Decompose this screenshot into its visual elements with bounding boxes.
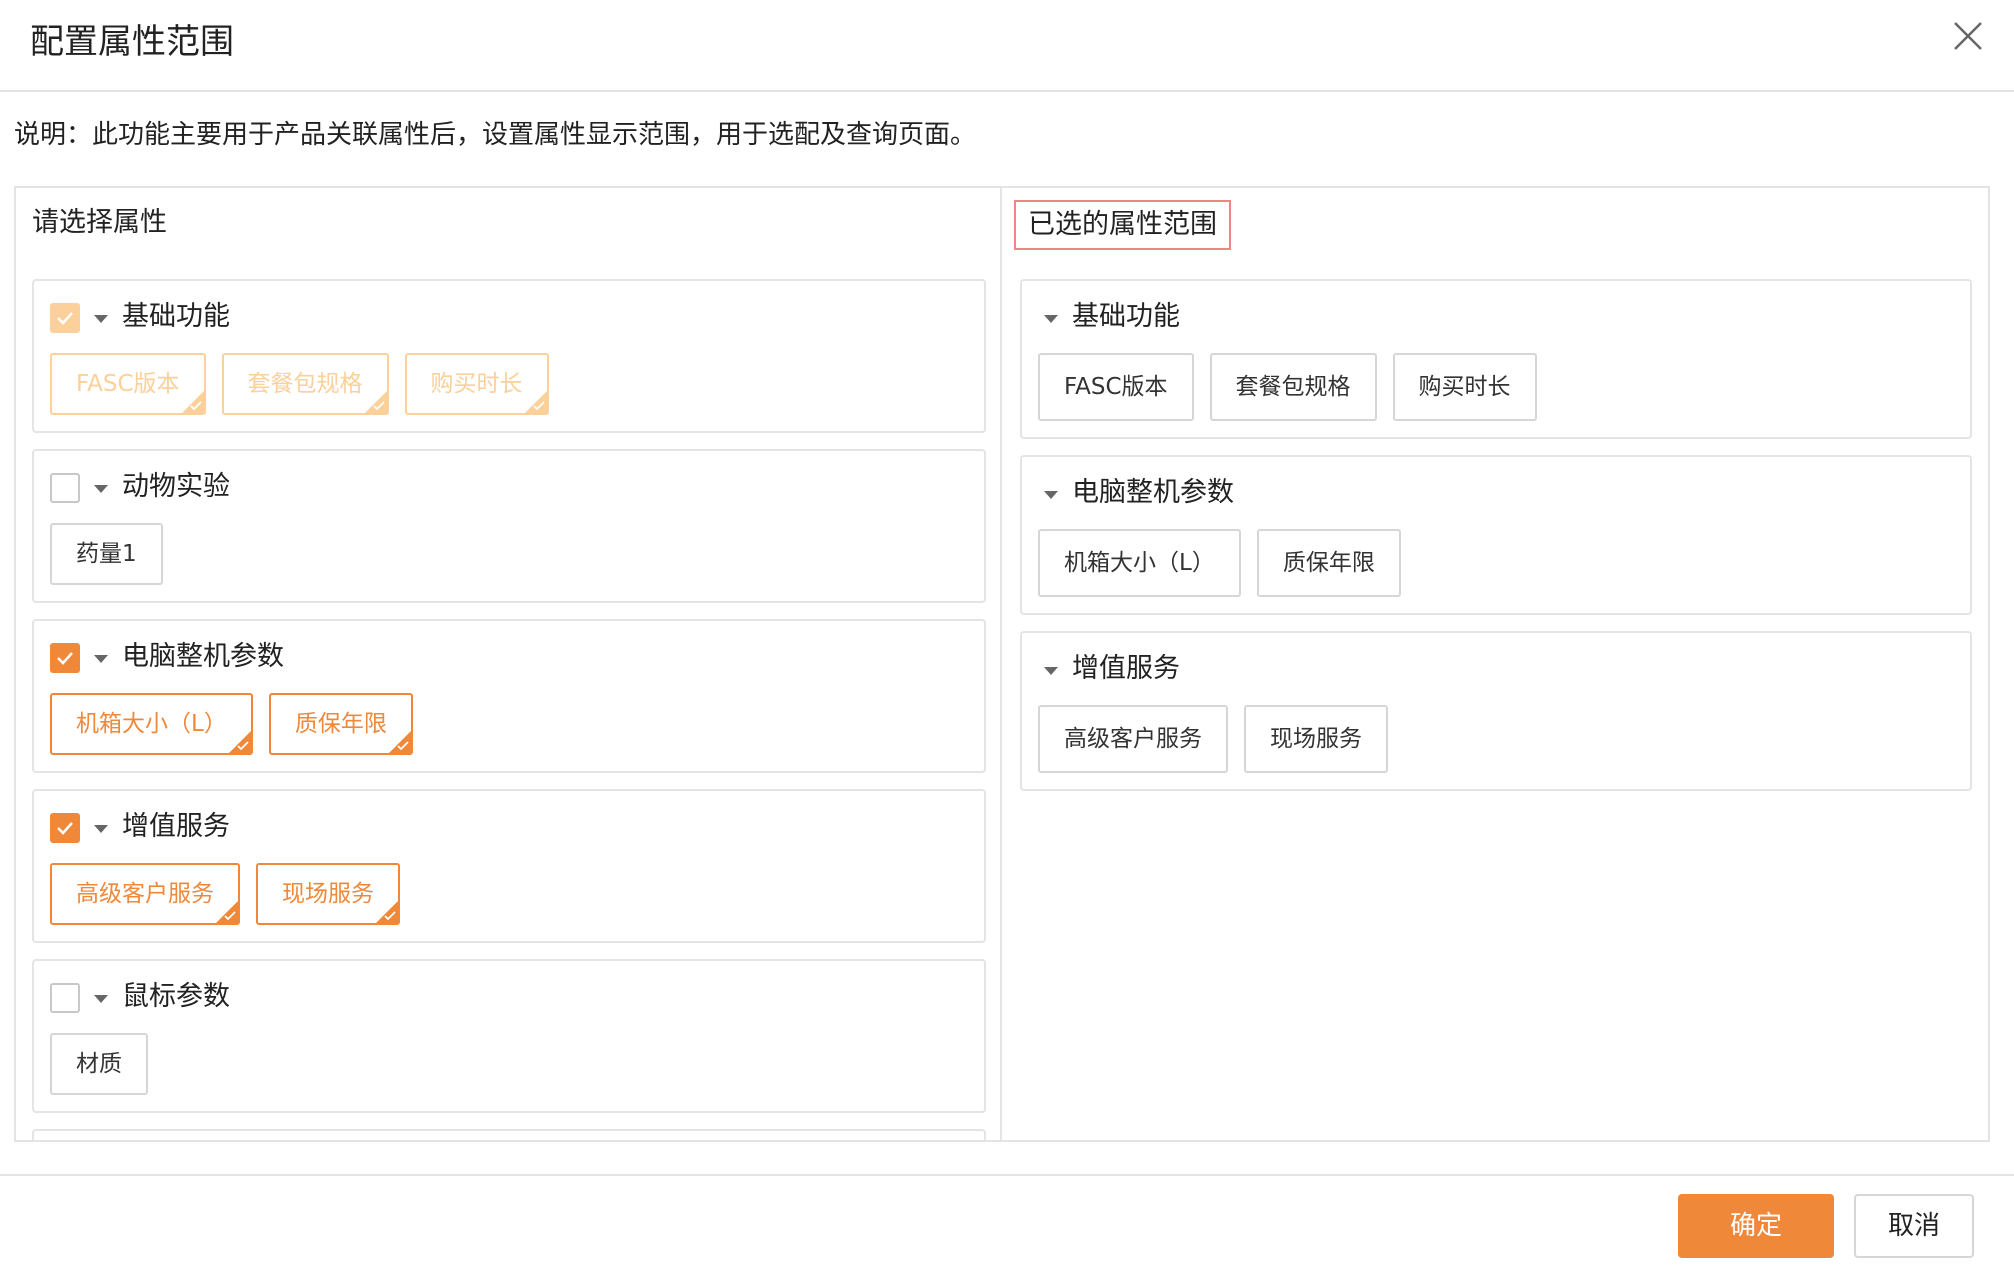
group-name: 鼠标参数 (122, 981, 230, 1012)
group-name: 动物实验 (122, 471, 230, 502)
attribute-tag[interactable]: 药量1 (50, 523, 163, 585)
right-group-basic-features: 基础功能 FASC版本 套餐包规格 购买时长 (1020, 279, 1972, 439)
group-name: 基础功能 (1072, 301, 1180, 332)
attribute-tag[interactable]: 机箱大小（L） (50, 693, 253, 755)
group-name: 电脑整机参数 (1072, 477, 1234, 508)
footer-divider (0, 1174, 2014, 1176)
right-group-value-added-services: 增值服务 高级客户服务 现场服务 (1020, 631, 1972, 791)
tag-label: 购买时长 (430, 371, 523, 397)
left-group-partial (32, 1129, 986, 1140)
attribute-tag[interactable]: FASC版本 (50, 353, 206, 415)
right-group-computer-params: 电脑整机参数 机箱大小（L） 质保年限 (1020, 455, 1972, 615)
check-icon (224, 911, 236, 921)
selected-attribute-tag[interactable]: FASC版本 (1038, 353, 1194, 421)
group-name: 基础功能 (122, 301, 230, 332)
tag-list: 材质 (50, 1033, 148, 1095)
caret-down-icon[interactable] (1044, 315, 1058, 323)
selected-attribute-tag[interactable]: 质保年限 (1256, 529, 1401, 597)
group-checkbox[interactable] (50, 813, 80, 843)
selected-attribute-tag[interactable]: 套餐包规格 (1209, 353, 1377, 421)
left-group-basic-features: 基础功能 FASC版本 套餐包规格 购买时长 (32, 279, 986, 433)
caret-down-icon[interactable] (94, 655, 108, 663)
tag-label: 机箱大小（L） (1064, 550, 1215, 576)
tag-label: 套餐包规格 (1235, 374, 1351, 400)
panel-divider (1000, 186, 1002, 1142)
tag-label: 机箱大小（L） (76, 711, 227, 737)
caret-down-icon[interactable] (94, 995, 108, 1003)
group-name: 增值服务 (122, 811, 230, 842)
tag-list: 高级客户服务 现场服务 (50, 863, 400, 925)
tag-label: 套餐包规格 (247, 371, 363, 397)
confirm-button[interactable]: 确定 (1678, 1194, 1834, 1258)
tag-list: 高级客户服务 现场服务 (1038, 705, 1388, 773)
left-group-computer-params: 电脑整机参数 机箱大小（L） 质保年限 (32, 619, 986, 773)
tag-list: 机箱大小（L） 质保年限 (50, 693, 413, 755)
tag-label: 质保年限 (294, 711, 387, 737)
tag-label: 高级客户服务 (76, 881, 214, 907)
tag-label: 材质 (76, 1051, 122, 1077)
left-panel-heading: 请选择属性 (32, 207, 167, 238)
check-icon (189, 401, 202, 411)
attribute-tag[interactable]: 现场服务 (256, 863, 400, 925)
selected-attribute-tag[interactable]: 机箱大小（L） (1038, 529, 1241, 597)
attribute-tag[interactable]: 材质 (50, 1033, 148, 1095)
tag-list: FASC版本 套餐包规格 购买时长 (1038, 353, 1537, 421)
attribute-tag[interactable]: 质保年限 (268, 693, 413, 755)
tag-label: FASC版本 (1064, 374, 1168, 400)
dialog-title: 配置属性范围 (30, 22, 234, 62)
group-checkbox[interactable] (50, 983, 80, 1013)
tag-label: 购买时长 (1418, 374, 1511, 400)
check-icon (384, 911, 396, 921)
left-group-animal-experiment: 动物实验 药量1 (32, 449, 986, 603)
tag-list: 药量1 (50, 523, 163, 585)
tag-label: 高级客户服务 (1064, 726, 1202, 752)
attribute-tag[interactable]: 高级客户服务 (50, 863, 240, 925)
group-name: 增值服务 (1072, 653, 1180, 684)
left-group-value-added-services: 增值服务 高级客户服务 现场服务 (32, 789, 986, 943)
tag-label: FASC版本 (76, 371, 180, 397)
tag-label: 现场服务 (1270, 726, 1362, 752)
check-icon (237, 741, 249, 751)
group-checkbox[interactable] (50, 643, 80, 673)
group-checkbox[interactable] (50, 303, 80, 333)
check-icon (397, 741, 409, 751)
cancel-button[interactable]: 取消 (1854, 1194, 1974, 1258)
attribute-tag[interactable]: 购买时长 (404, 353, 549, 415)
caret-down-icon[interactable] (1044, 491, 1058, 499)
selected-attribute-tag[interactable]: 购买时长 (1392, 353, 1537, 421)
group-checkbox[interactable] (50, 473, 80, 503)
caret-down-icon[interactable] (94, 315, 108, 323)
selected-attribute-tag[interactable]: 高级客户服务 (1038, 705, 1228, 773)
tag-label: 现场服务 (282, 881, 374, 907)
selected-attribute-tag[interactable]: 现场服务 (1244, 705, 1388, 773)
left-group-mouse-params: 鼠标参数 材质 (32, 959, 986, 1113)
group-name: 电脑整机参数 (122, 641, 284, 672)
config-attribute-range-dialog: 配置属性范围 说明：此功能主要用于产品关联属性后，设置属性显示范围，用于选配及查… (0, 0, 2014, 1268)
dialog-header: 配置属性范围 (0, 0, 2014, 92)
check-icon (372, 401, 385, 411)
caret-down-icon[interactable] (94, 825, 108, 833)
caret-down-icon[interactable] (1044, 667, 1058, 675)
caret-down-icon[interactable] (94, 485, 108, 493)
tag-label: 药量1 (76, 541, 137, 567)
tag-list: FASC版本 套餐包规格 购买时长 (50, 353, 549, 415)
check-icon (532, 401, 545, 411)
close-icon[interactable] (1950, 18, 1986, 54)
attribute-tag[interactable]: 套餐包规格 (221, 353, 389, 415)
description-text: 说明：此功能主要用于产品关联属性后，设置属性显示范围，用于选配及查询页面。 (14, 120, 977, 150)
tag-label: 质保年限 (1282, 550, 1375, 576)
tag-list: 机箱大小（L） 质保年限 (1038, 529, 1401, 597)
right-panel-heading: 已选的属性范围 (1014, 200, 1231, 250)
